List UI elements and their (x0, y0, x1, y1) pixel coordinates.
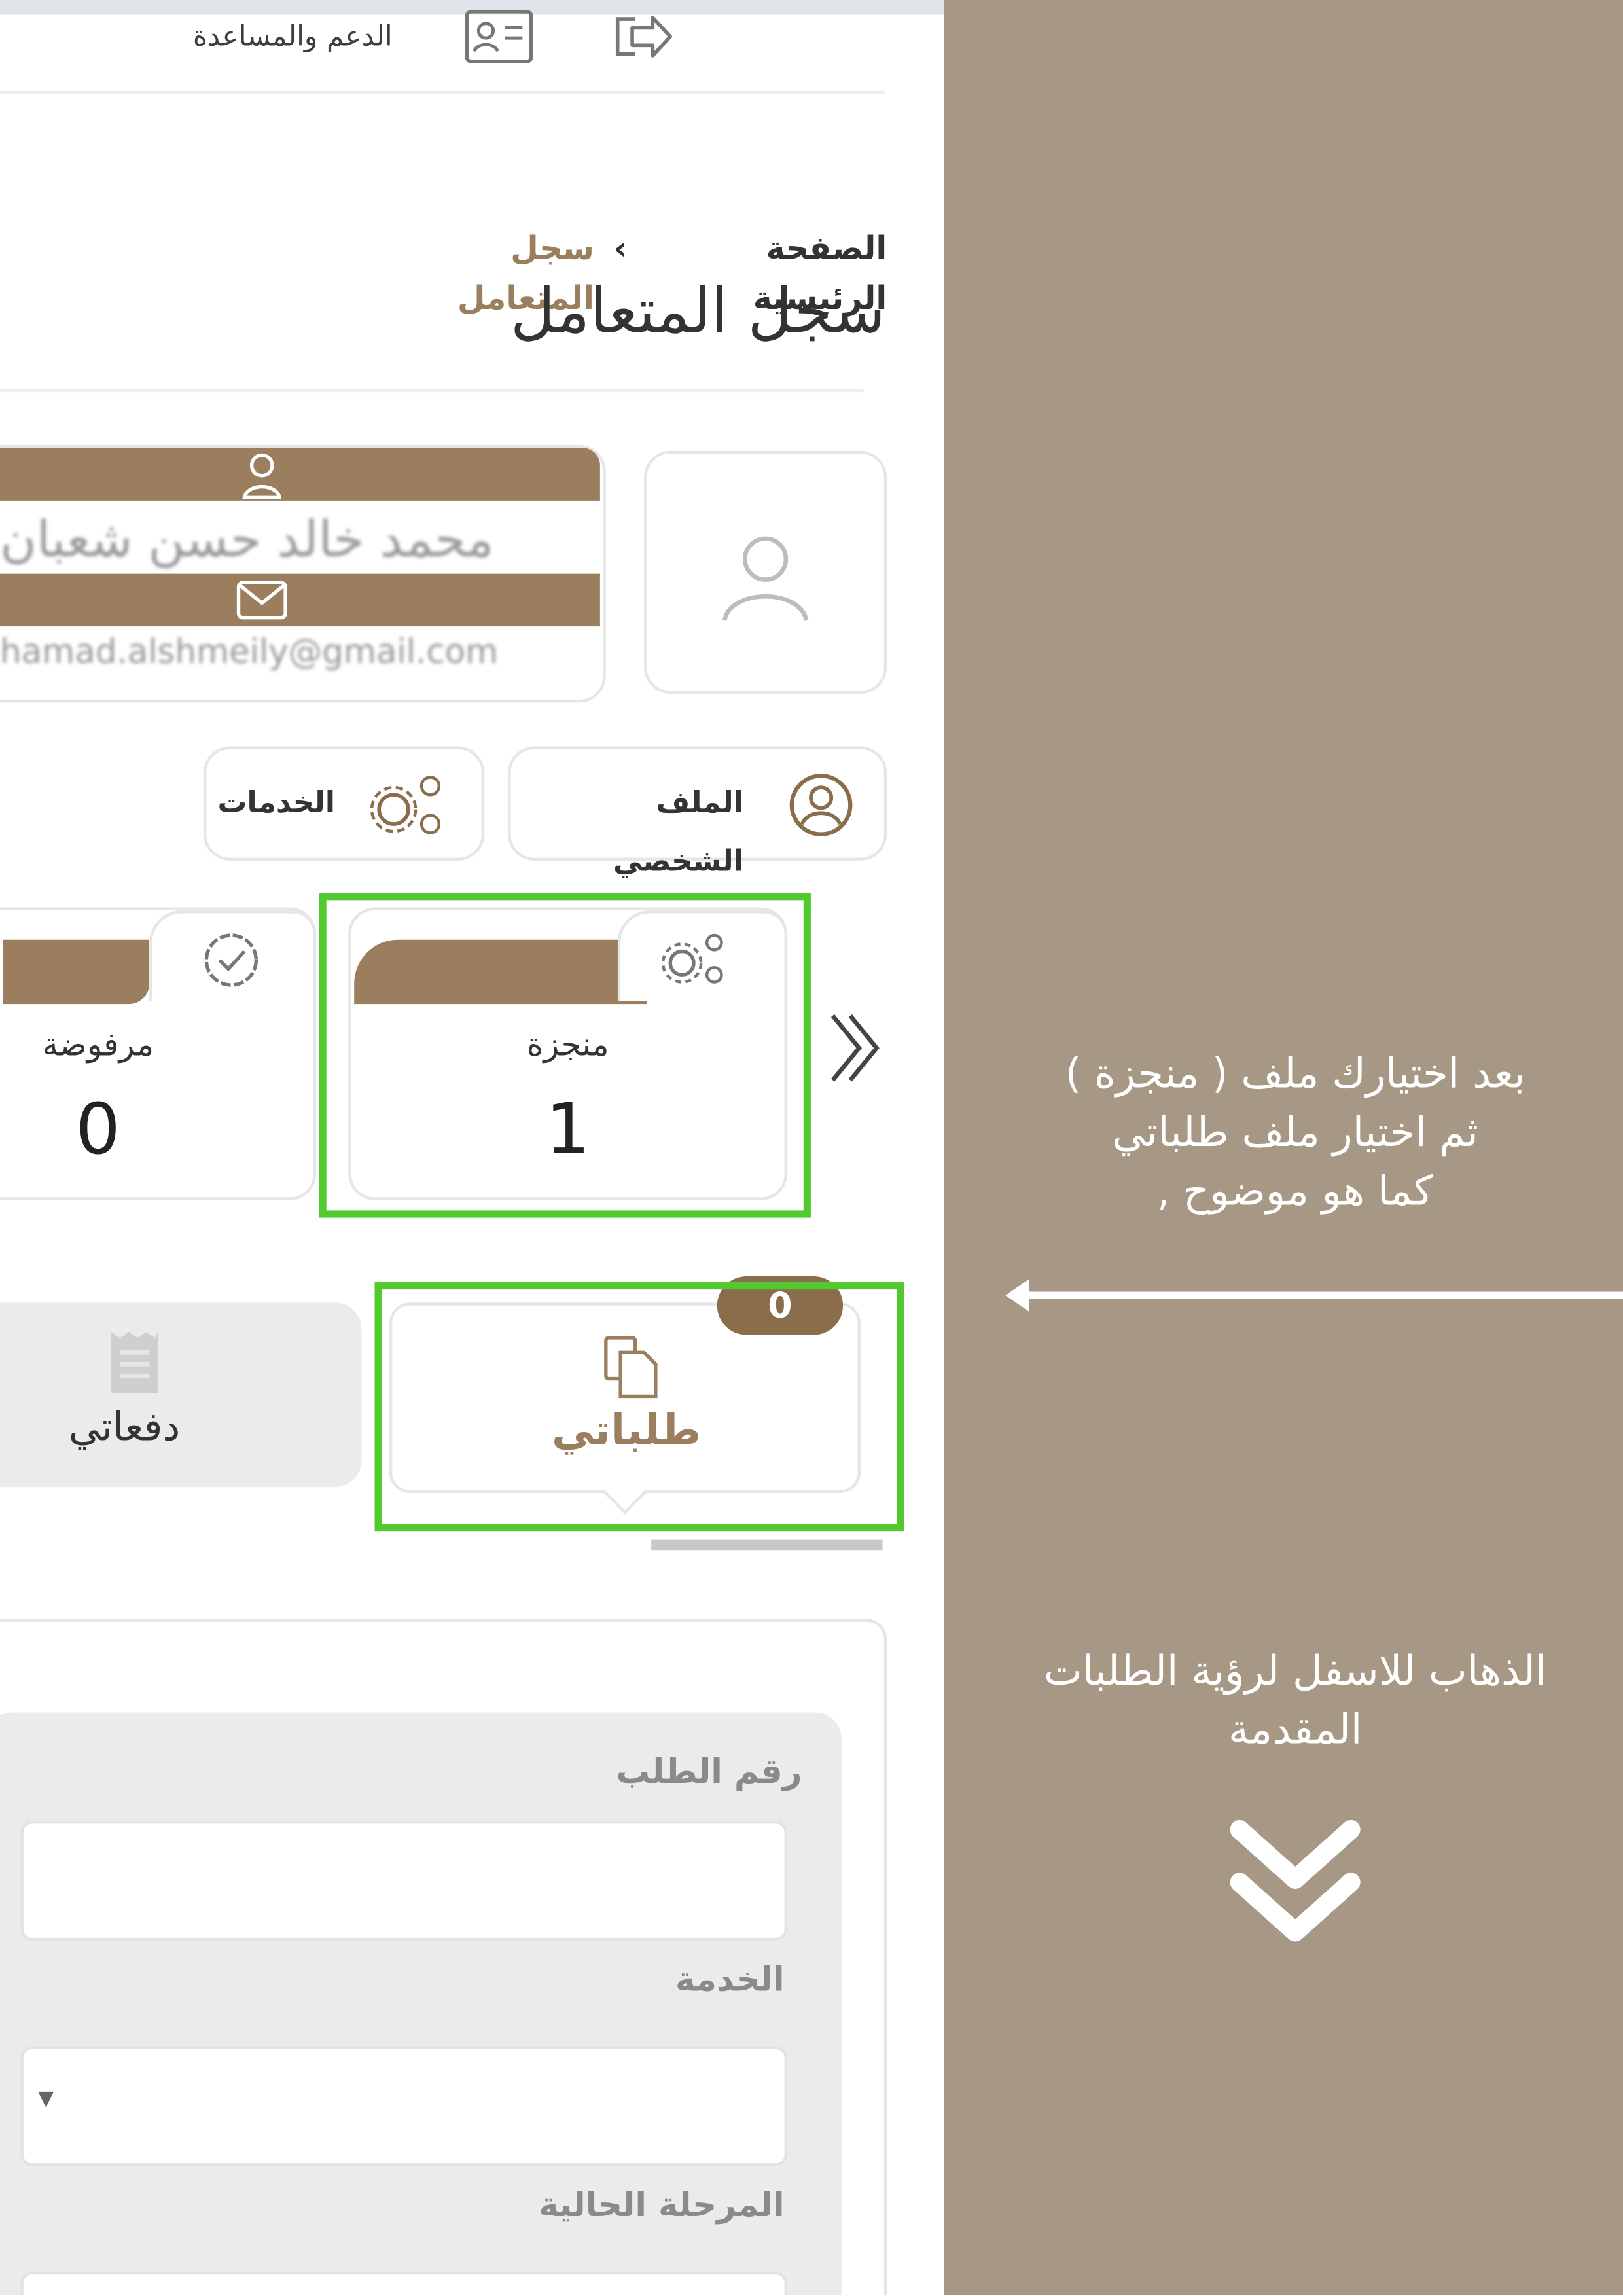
support-link[interactable]: الدعم والمساعدة (175, 14, 410, 58)
current-stage-input[interactable] (20, 2271, 788, 2295)
service-label: الخدمة (675, 1961, 785, 2000)
double-chevron-down-icon (1230, 1820, 1361, 1942)
user-circle-icon (789, 774, 853, 836)
check-badge-icon (204, 933, 259, 987)
highlight-requests-box (374, 1282, 905, 1532)
user-header-bar (0, 448, 600, 501)
instruction-step1-line1: بعد اختيارك ملف ( منجزة ) (1065, 1049, 1525, 1098)
dropdown-arrow-icon: ▼ (38, 2087, 54, 2111)
instruction-step1-line2: ثم اختيار ملف طلباتي (1112, 1107, 1478, 1157)
tab-payments-label: دفعاتي (68, 1405, 181, 1451)
instruction-step2-line2: المقدمة (1228, 1705, 1363, 1754)
id-card-icon[interactable] (463, 7, 536, 65)
profile-link-label: الملف الشخصي (613, 784, 744, 878)
stat-rejected-value: 0 (75, 1088, 120, 1172)
breadcrumb: الصفحة الرئيسية › سجل المتعامل (366, 111, 887, 317)
page-title: سجل المتعامل (510, 275, 885, 348)
highlight-completed-box (319, 893, 811, 1218)
stat-card-tab (3, 939, 150, 1005)
tab-payments[interactable]: دفعاتي (0, 1302, 362, 1488)
request-number-label: رقم الطلب (616, 1753, 802, 1792)
services-link-button[interactable]: الخدمات (203, 746, 485, 861)
user-name: محمد خالد حسن شعبان (0, 511, 494, 569)
gears-icon (370, 776, 441, 834)
active-tab-underline (651, 1539, 883, 1551)
profile-link-button[interactable]: الملف الشخصي (507, 746, 887, 878)
instruction-panel: بعد اختيارك ملف ( منجزة ) ثم اختيار ملف … (944, 0, 1623, 2295)
request-number-input[interactable] (20, 1820, 788, 1941)
instruction-step2-line1: الذهاب للاسفل لرؤية الطلبات (1043, 1646, 1547, 1695)
arrow-left-icon (1005, 1279, 1623, 1312)
email-header-bar (0, 573, 600, 627)
envelope-icon (236, 581, 287, 620)
person-icon (242, 453, 282, 500)
logout-icon[interactable] (606, 7, 679, 65)
instruction-step1-line3: كما هو موضوح , (1157, 1166, 1434, 1215)
user-icon (722, 536, 809, 622)
title-divider (0, 389, 864, 393)
receipt-icon (111, 1332, 158, 1393)
stat-rejected-label: مرفوضة (42, 1027, 154, 1064)
service-select[interactable]: ▼ (20, 2046, 788, 2166)
stat-card-icon-tab (149, 910, 317, 1001)
carousel-next-icon[interactable] (827, 1010, 885, 1092)
user-email: hamad.alshmeily@gmail.com (0, 634, 499, 672)
topbar-divider (0, 90, 885, 94)
stat-card-rejected[interactable]: مرفوضة 0 (0, 907, 317, 1200)
current-stage-label: المرحلة الحالية (539, 2187, 785, 2225)
avatar (643, 450, 887, 694)
services-link-label: الخدمات (217, 784, 336, 820)
